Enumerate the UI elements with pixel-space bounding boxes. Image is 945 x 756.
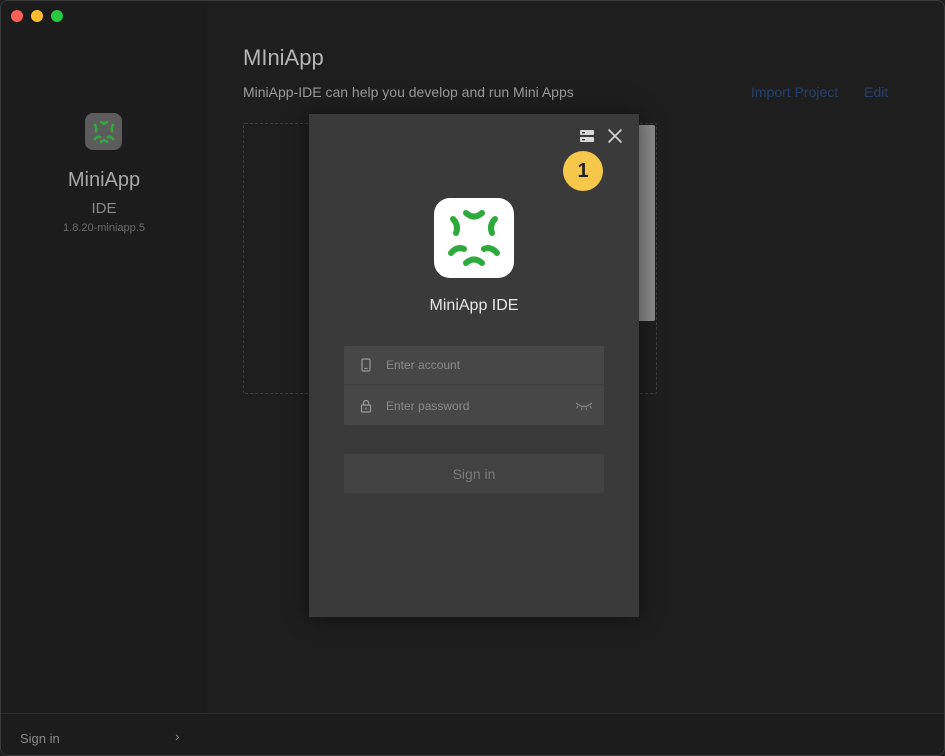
app-window: MiniApp IDE 1.8.20-miniapp.5 Sign in › M… — [0, 0, 945, 756]
phone-icon — [361, 358, 371, 372]
password-input[interactable] — [386, 395, 566, 416]
signin-button[interactable]: Sign in — [344, 454, 604, 493]
edit-link[interactable]: Edit — [864, 84, 888, 100]
window-close-button[interactable] — [11, 10, 23, 22]
eye-closed-icon[interactable] — [575, 401, 593, 411]
window-minimize-button[interactable] — [31, 10, 43, 22]
page-title: MIniApp — [243, 45, 324, 70]
sidebar-version: 1.8.20-miniapp.5 — [63, 222, 145, 234]
miniapp-logo-icon — [85, 113, 122, 150]
close-icon[interactable] — [606, 127, 624, 145]
main-footer — [207, 713, 944, 755]
server-icon[interactable] — [579, 128, 595, 144]
modal-app-name: MiniApp IDE — [429, 297, 519, 314]
sidebar-signin-label: Sign in — [20, 731, 60, 746]
sidebar-app-name: MiniApp — [67, 169, 141, 191]
window-maximize-button[interactable] — [51, 10, 63, 22]
step-badge: 1 — [563, 151, 603, 191]
scrollbar-thumb[interactable] — [639, 125, 655, 321]
page-subtitle: MiniApp-IDE can help you develop and run… — [243, 84, 574, 100]
import-project-link[interactable]: Import Project — [751, 84, 838, 100]
miniapp-logo-icon — [434, 198, 514, 278]
sidebar-footer-signin[interactable]: Sign in › — [1, 713, 207, 755]
sidebar: MiniApp IDE 1.8.20-miniapp.5 Sign in › — [1, 1, 207, 755]
sidebar-app-subtitle: IDE — [91, 200, 117, 217]
account-row — [344, 346, 604, 385]
chevron-right-icon: › — [175, 728, 180, 744]
account-input[interactable] — [386, 355, 566, 375]
window-controls — [11, 10, 63, 22]
lock-icon — [360, 399, 372, 413]
login-modal: 1 MiniApp IDE Enter account Sign in — [309, 114, 639, 617]
password-row — [344, 386, 604, 425]
login-form — [344, 346, 604, 425]
